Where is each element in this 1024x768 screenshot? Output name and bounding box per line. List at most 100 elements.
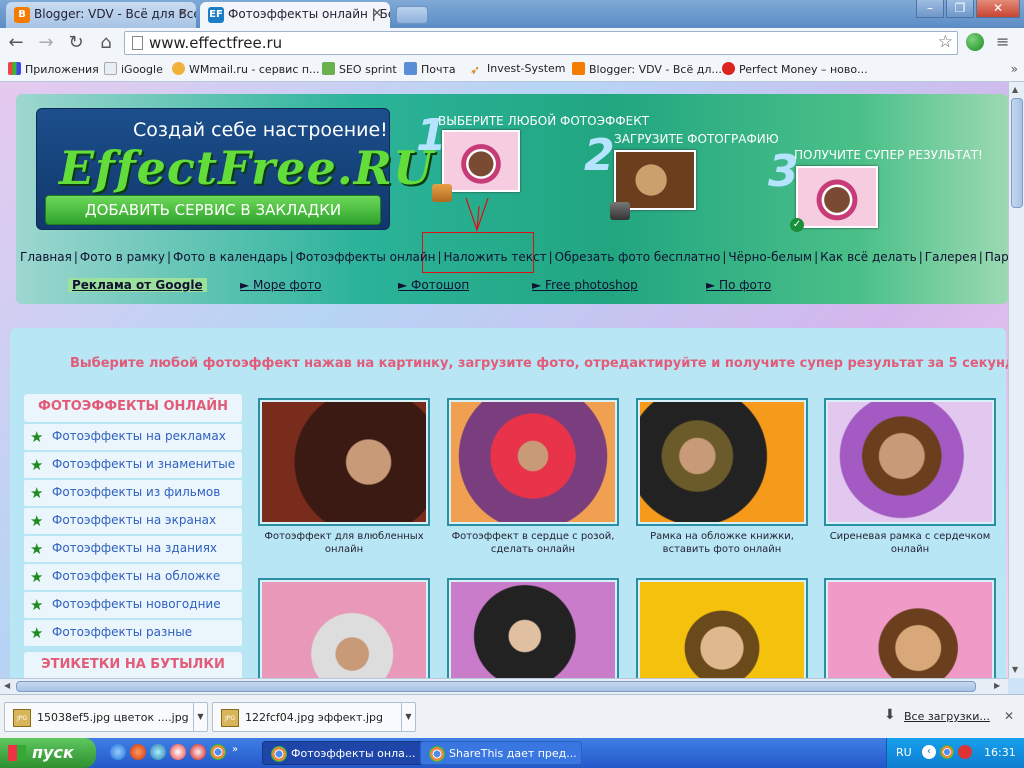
address-bar[interactable]: www.effectfree.ru ☆ <box>124 31 958 55</box>
maximize-button[interactable]: ❐ <box>946 0 974 18</box>
red-arrow-annotation <box>465 197 489 232</box>
tray-antivirus-icon[interactable] <box>958 745 972 759</box>
step-number: 2 <box>584 130 615 181</box>
sidebar-item-label: Фотоэффекты на экранах <box>52 513 217 527</box>
effect-card-row2[interactable] <box>636 578 808 678</box>
menu-item-gallery[interactable]: Галерея <box>925 250 977 264</box>
menu-item-calendar[interactable]: Фото в календарь <box>173 250 288 264</box>
effect-card-row2[interactable] <box>258 578 430 678</box>
firefox-icon[interactable] <box>130 744 146 760</box>
menu-item-effects[interactable]: Фотоэффекты онлайн <box>296 250 436 264</box>
scroll-left-icon[interactable]: ◀ <box>4 681 10 690</box>
close-tab-icon[interactable]: ✕ <box>178 6 188 20</box>
reload-icon[interactable]: ↻ <box>64 32 88 53</box>
bookmarks-overflow-icon[interactable]: » <box>1011 62 1018 76</box>
bookmark-apps[interactable]: Приложения <box>8 62 99 76</box>
menu-separator: | <box>918 250 923 264</box>
effect-card-book-cover[interactable] <box>636 398 808 526</box>
add-bookmark-button[interactable]: ДОБАВИТЬ СЕРВИС В ЗАКЛАДКИ <box>45 195 381 225</box>
ad-link[interactable]: ► Free photoshop <box>532 278 638 292</box>
back-icon[interactable]: ← <box>4 32 28 53</box>
download-item[interactable]: JPG 15038ef5.jpg цветок ....jpg ▼ <box>4 702 208 732</box>
menu-item-crop[interactable]: Обрезать фото бесплатно <box>555 250 721 264</box>
start-button[interactable]: пуск <box>0 738 96 768</box>
tray-back-icon[interactable]: ‹ <box>922 745 936 759</box>
close-window-button[interactable]: ✕ <box>976 0 1020 18</box>
horizontal-scrollbar[interactable]: ◀ ▶ <box>0 678 1008 694</box>
effect-caption[interactable]: Рамка на обложке книжки, вставить фото о… <box>632 530 812 556</box>
bookmark-star-icon[interactable]: ☆ <box>938 32 953 52</box>
close-tab-icon[interactable]: ✕ <box>372 6 382 20</box>
effect-card-lovers[interactable] <box>258 398 430 526</box>
wrench-menu-icon[interactable]: ≡ <box>996 32 1009 51</box>
scroll-right-icon[interactable]: ▶ <box>994 681 1000 690</box>
sidebar-item[interactable]: ★ Фотоэффекты на обложке <box>24 564 242 590</box>
ad-link[interactable]: ► Море фото <box>240 278 322 292</box>
bookmark-wmmail[interactable]: WMmail.ru - сервис п... <box>172 62 320 76</box>
ad-link[interactable]: ► Фотошоп <box>398 278 469 292</box>
forward-icon[interactable]: → <box>34 32 58 53</box>
effect-card-row2[interactable] <box>447 578 619 678</box>
horizontal-scroll-thumb[interactable] <box>16 681 976 692</box>
new-tab-button[interactable] <box>396 6 428 24</box>
download-item[interactable]: JPG 122fcf04.jpg эффект.jpg ▼ <box>212 702 416 732</box>
menu-item-home[interactable]: Главная <box>20 250 72 264</box>
effect-caption[interactable]: Фотоэффект в сердце с розой, сделать онл… <box>443 530 623 556</box>
step2-photo-thumbnail <box>614 150 696 210</box>
tray-chrome-icon[interactable] <box>940 745 954 759</box>
effect-thumbnail <box>262 402 426 522</box>
ie-icon[interactable] <box>110 744 126 760</box>
sidebar-item[interactable]: ★ Фотоэффекты на зданиях <box>24 536 242 562</box>
effect-caption[interactable]: Фотоэффект для влюбленных онлайн <box>254 530 434 556</box>
desktop-icon[interactable] <box>150 744 166 760</box>
vertical-scroll-thumb[interactable] <box>1011 98 1023 208</box>
tab-blogger[interactable]: B Blogger: VDV - Всё для Всех ✕ <box>6 2 196 28</box>
url-text: www.effectfree.ru <box>149 34 283 52</box>
quicklaunch-expand-icon[interactable]: » <box>232 744 248 760</box>
ads-label[interactable]: Реклама от Google <box>68 278 207 292</box>
sidebar-item[interactable]: ★ Фотоэффекты новогодние <box>24 592 242 618</box>
bookmark-blogger[interactable]: Blogger: VDV - Всё дл... <box>572 62 722 76</box>
sidebar-item[interactable]: ★ Фотоэффекты на рекламах <box>24 424 242 450</box>
menu-item-partner[interactable]: Партнёрка <box>985 250 1008 264</box>
opera-icon[interactable] <box>170 744 186 760</box>
menu-item-bw[interactable]: Чёрно-белым <box>728 250 812 264</box>
effect-card-lilac-frame[interactable] <box>824 398 996 526</box>
vertical-scrollbar[interactable]: ▲ ▼ <box>1008 82 1024 678</box>
sidebar-item[interactable]: ★ Фотоэффекты разные <box>24 620 242 646</box>
scroll-down-icon[interactable]: ▼ <box>1012 665 1018 674</box>
scroll-up-icon[interactable]: ▲ <box>1012 85 1018 94</box>
dropdown-arrow-icon[interactable]: ▼ <box>401 703 415 731</box>
effect-caption[interactable]: Сиреневая рамка с сердечком онлайн <box>820 530 1000 556</box>
sidebar-item[interactable]: ★ Фотоэффекты на экранах <box>24 508 242 534</box>
ad-link[interactable]: ► По фото <box>706 278 771 292</box>
sidebar-item-label: Фотоэффекты из фильмов <box>52 485 221 499</box>
bookmark-seosprint[interactable]: SEO sprint <box>322 62 397 76</box>
menu-item-frame[interactable]: Фото в рамку <box>80 250 165 264</box>
yandex-icon[interactable] <box>190 744 206 760</box>
bookmark-label: Приложения <box>25 63 99 76</box>
close-shelf-icon[interactable]: ✕ <box>1004 709 1014 723</box>
extension-globe-icon[interactable] <box>966 33 984 51</box>
sidebar-item[interactable]: ★ Фотоэффекты и знаменитые <box>24 452 242 478</box>
effect-card-row2[interactable] <box>824 578 996 678</box>
home-icon[interactable]: ⌂ <box>94 32 118 53</box>
language-indicator[interactable]: RU <box>896 746 912 759</box>
sidebar-item[interactable]: ★ Фотоэффекты из фильмов <box>24 480 242 506</box>
bookmark-igoogle[interactable]: iGoogle <box>104 62 163 76</box>
menu-item-howto[interactable]: Как всё делать <box>820 250 917 264</box>
taskbar-window-effectfree[interactable]: Фотоэффекты онла... <box>262 741 424 765</box>
bookmark-mail[interactable]: Почта <box>404 62 456 76</box>
dropdown-arrow-icon[interactable]: ▼ <box>193 703 207 731</box>
minimize-button[interactable]: – <box>916 0 944 18</box>
chrome-icon[interactable] <box>210 744 226 760</box>
bookmark-invest[interactable]: ➶ Invest-System <box>470 62 566 77</box>
menu-item-text[interactable]: Наложить текст <box>444 250 547 264</box>
taskbar-window-sharethis[interactable]: ShareThis дает пред... <box>420 741 582 765</box>
site-logo[interactable]: Создай себе настроение! EffectFree.RU ДО… <box>36 108 433 230</box>
effect-card-heart-rose[interactable] <box>447 398 619 526</box>
tab-effectfree[interactable]: EF Фотоэффекты онлайн | Бес ✕ <box>200 2 390 28</box>
green-star-icon: ★ <box>30 540 44 558</box>
all-downloads-link[interactable]: Все загрузки... <box>904 710 990 723</box>
bookmark-perfectmoney[interactable]: Perfect Money – ново... <box>722 62 868 76</box>
